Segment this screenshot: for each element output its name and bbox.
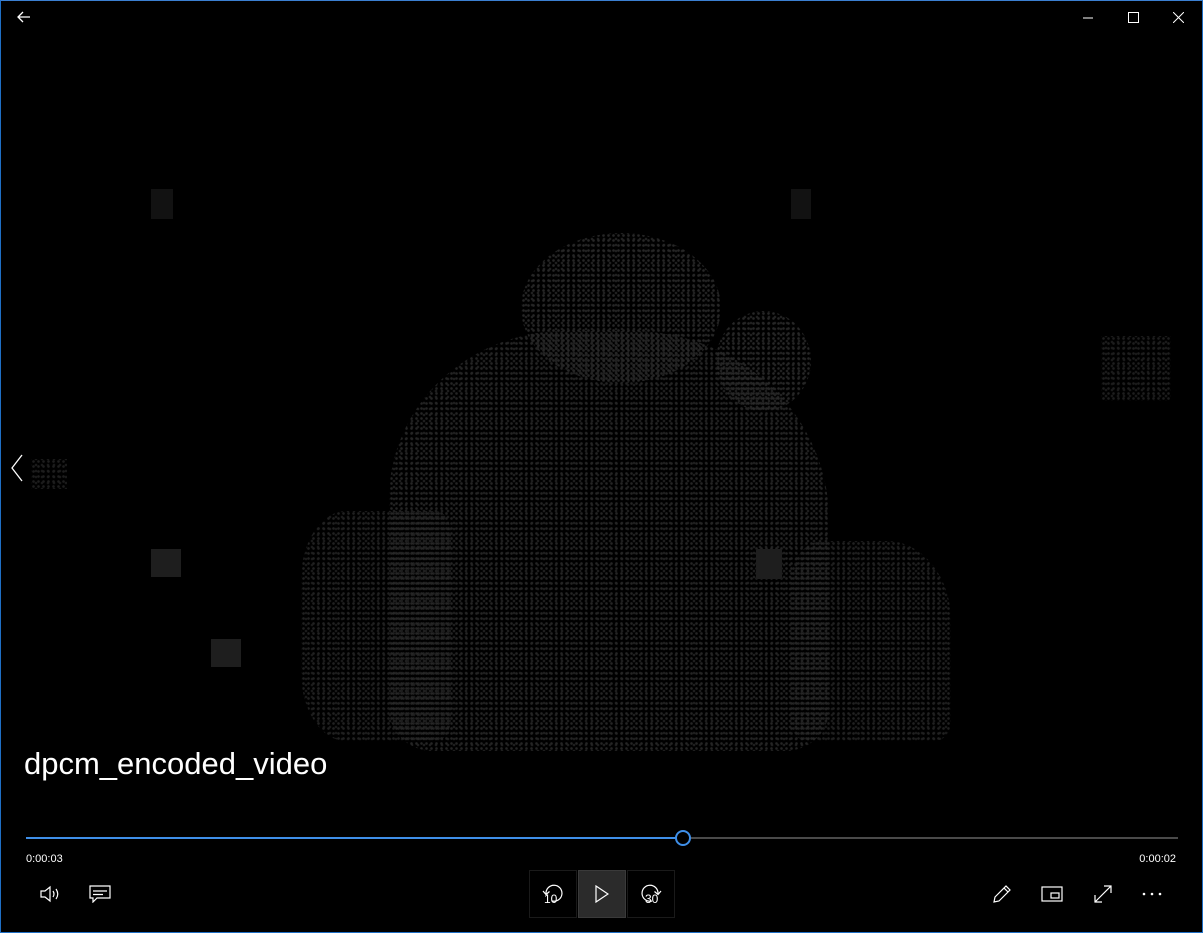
- close-button[interactable]: [1155, 1, 1201, 33]
- previous-item-button[interactable]: [5, 451, 29, 485]
- mini-view-button[interactable]: [1028, 870, 1076, 918]
- video-frame[interactable]: [1, 1, 1202, 932]
- maximize-button[interactable]: [1110, 1, 1156, 33]
- media-player-window: dpcm_encoded_video 0:00:03 0:00:02 10 30: [0, 0, 1203, 933]
- video-content: [31, 459, 67, 489]
- video-content: [301, 511, 451, 741]
- seek-progress: [26, 837, 683, 839]
- title-bar: [1, 1, 1202, 33]
- fullscreen-button[interactable]: [1079, 870, 1127, 918]
- skip-back-label: 10: [544, 892, 558, 906]
- video-content: [211, 639, 241, 667]
- seek-thumb[interactable]: [674, 830, 691, 846]
- subtitles-icon: [89, 885, 111, 903]
- video-title: dpcm_encoded_video: [24, 746, 328, 781]
- video-content: [791, 541, 951, 741]
- pen-icon: [992, 884, 1012, 904]
- minimize-button[interactable]: [1065, 1, 1111, 33]
- video-content: [1101, 336, 1171, 401]
- more-options-button[interactable]: [1128, 870, 1176, 918]
- mini-view-icon: [1041, 886, 1063, 902]
- volume-button[interactable]: [27, 870, 75, 918]
- video-content: [716, 311, 811, 411]
- fullscreen-icon: [1093, 884, 1113, 904]
- video-content: [151, 549, 181, 577]
- elapsed-time: 0:00:03: [26, 853, 63, 865]
- video-content: [791, 189, 811, 219]
- play-icon: [595, 885, 609, 903]
- skip-forward-label: 30: [645, 892, 659, 906]
- video-content: [151, 189, 173, 219]
- back-arrow-icon: [17, 11, 31, 23]
- volume-icon: [40, 885, 62, 903]
- subtitles-button[interactable]: [76, 870, 124, 918]
- skip-back-button[interactable]: 10: [529, 870, 577, 918]
- video-content: [521, 233, 721, 383]
- back-button[interactable]: [1, 1, 47, 33]
- video-content: [756, 549, 782, 579]
- close-icon: [1172, 11, 1184, 23]
- remaining-time: 0:00:02: [1139, 853, 1176, 865]
- seek-bar[interactable]: [26, 829, 1178, 849]
- minimize-icon: [1082, 12, 1094, 23]
- play-button[interactable]: [578, 870, 626, 918]
- edit-button[interactable]: [978, 870, 1026, 918]
- more-icon: [1142, 892, 1162, 896]
- maximize-icon: [1127, 11, 1139, 23]
- skip-forward-button[interactable]: 30: [627, 870, 675, 918]
- chevron-left-icon: [10, 454, 24, 482]
